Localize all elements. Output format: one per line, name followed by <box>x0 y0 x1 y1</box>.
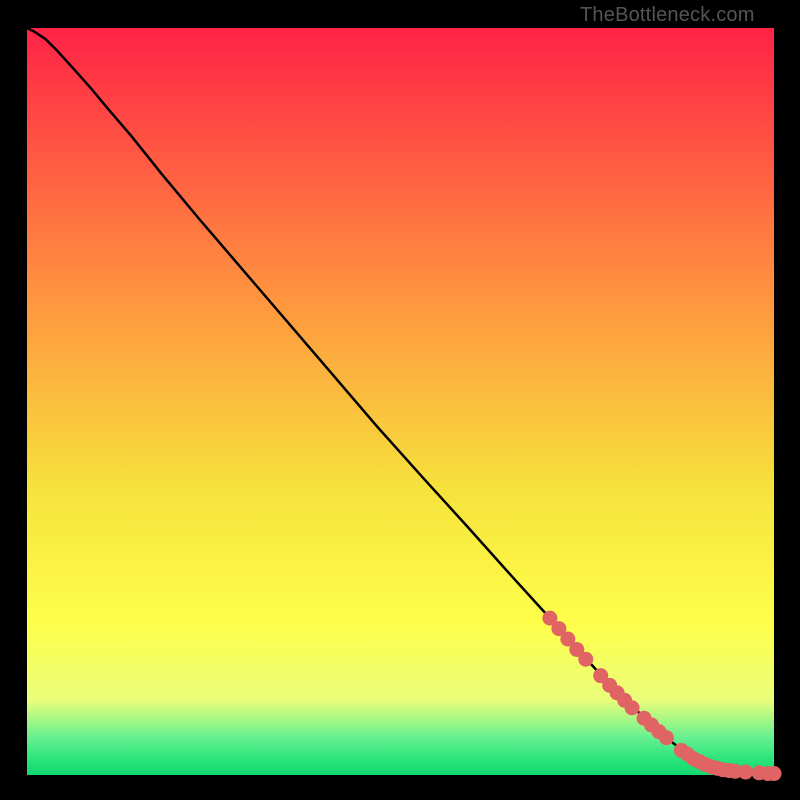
curve-marker <box>625 700 640 715</box>
bottleneck-chart <box>0 0 800 800</box>
curve-marker <box>767 766 782 781</box>
curve-marker <box>578 652 593 667</box>
watermark-text: TheBottleneck.com <box>580 4 755 27</box>
curve-marker <box>738 765 753 780</box>
curve-marker <box>659 730 674 745</box>
plot-background <box>27 28 774 775</box>
